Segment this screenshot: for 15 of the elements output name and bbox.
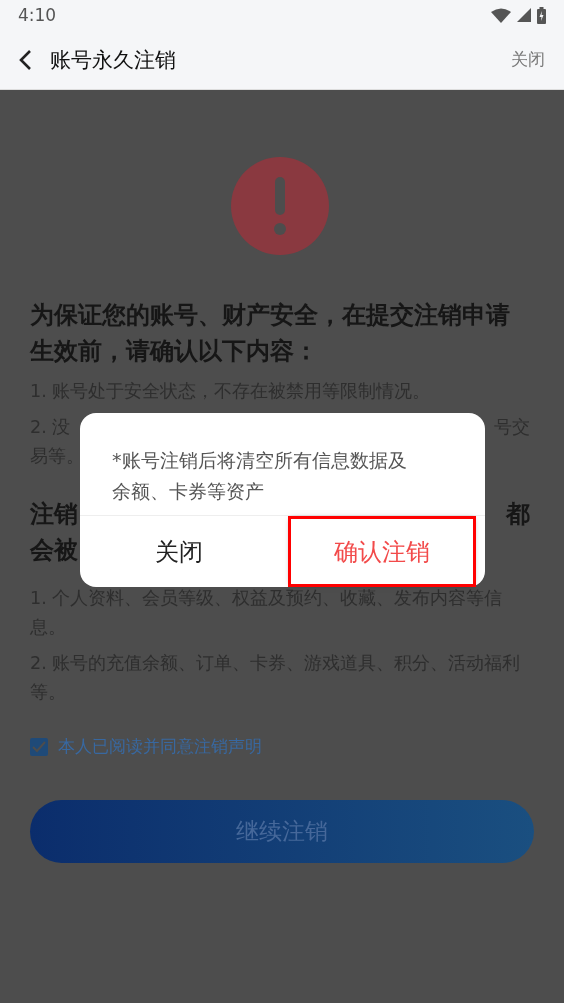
warning-icon [231, 157, 329, 255]
close-link[interactable]: 关闭 [511, 48, 545, 71]
section-heading: 都 [506, 499, 530, 530]
close-button[interactable]: 关闭 [88, 519, 271, 584]
status-time: 4:10 [18, 5, 57, 25]
back-icon[interactable] [18, 48, 32, 71]
section-heading: 注销 [30, 499, 78, 530]
checkbox[interactable] [30, 737, 48, 756]
page-title: 账号永久注销 [50, 46, 177, 74]
section-heading: 会被 [30, 535, 78, 566]
dialog-message: *账号注销后将清空所有信息数据及余额、卡券等资产 [111, 448, 408, 504]
wifi-icon [491, 7, 511, 23]
confirm-button[interactable]: 确认注销 [290, 519, 473, 584]
battery-icon [537, 6, 546, 24]
signal-icon [517, 8, 531, 22]
